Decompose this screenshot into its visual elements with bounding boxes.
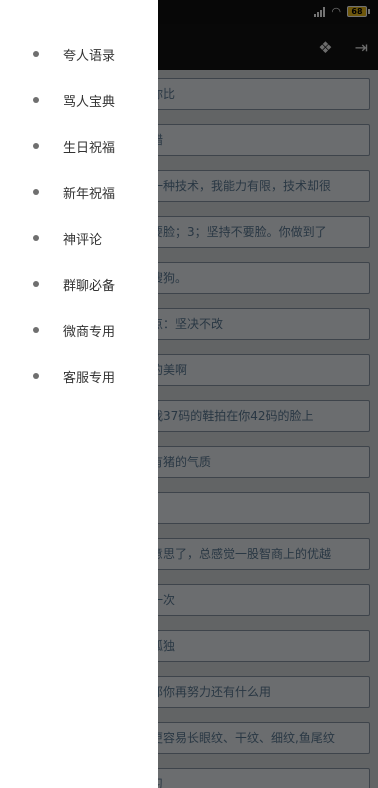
drawer-item-label: 生日祝福 [63,140,116,156]
drawer-item[interactable]: 骂人宝典 [0,80,158,120]
bullet-icon [33,235,39,241]
drawer-item-label: 夸人语录 [63,48,116,64]
bullet-icon [33,97,39,103]
drawer-item-label: 微商专用 [63,324,116,340]
navigation-drawer: 夸人语录骂人宝典生日祝福新年祝福神评论群聊必备微商专用客服专用 [0,0,158,788]
drawer-item-label: 客服专用 [63,370,116,386]
drawer-item[interactable]: 群聊必备 [0,264,158,304]
bullet-icon [33,281,39,287]
drawer-item[interactable]: 微商专用 [0,310,158,350]
drawer-item-label: 新年祝福 [63,186,116,202]
drawer-item[interactable]: 新年祝福 [0,172,158,212]
drawer-item-label: 骂人宝典 [63,94,116,110]
bullet-icon [33,143,39,149]
bullet-icon [33,327,39,333]
drawer-item[interactable]: 夸人语录 [0,34,158,74]
bullet-icon [33,51,39,57]
bullet-icon [33,373,39,379]
drawer-item[interactable]: 神评论 [0,218,158,258]
drawer-item[interactable]: 客服专用 [0,356,158,396]
drawer-item-label: 群聊必备 [63,278,116,294]
bullet-icon [33,189,39,195]
drawer-item[interactable]: 生日祝福 [0,126,158,166]
drawer-item-label: 神评论 [63,232,103,248]
